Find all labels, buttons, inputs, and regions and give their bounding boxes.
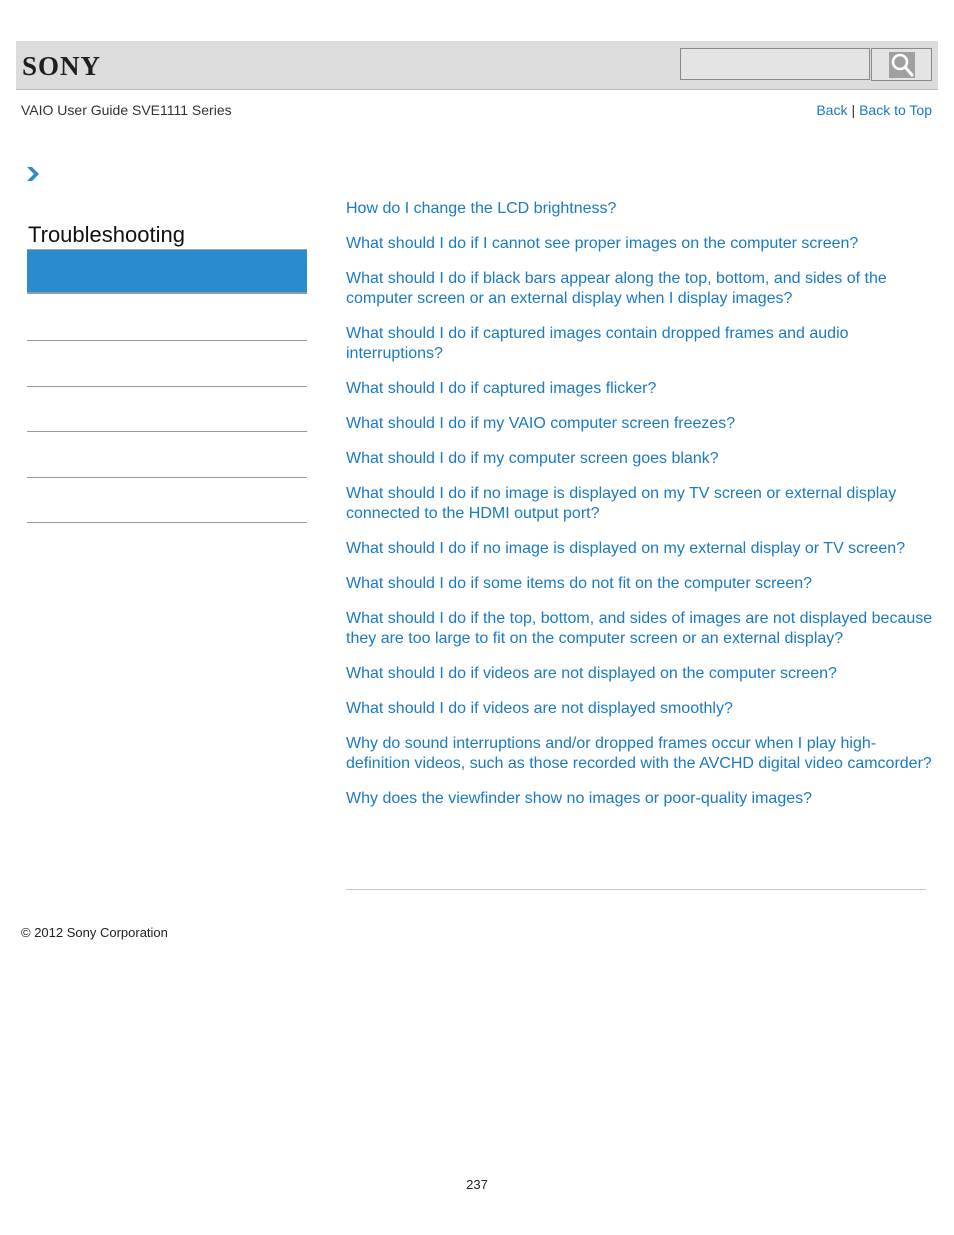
topic-link[interactable]: What should I do if captured images flic…: [346, 379, 936, 399]
topic-link[interactable]: What should I do if black bars appear al…: [346, 269, 936, 309]
topic-link[interactable]: What should I do if captured images cont…: [346, 324, 936, 364]
topic-link[interactable]: What should I do if videos are not displ…: [346, 699, 936, 719]
topic-link[interactable]: Why does the viewfinder show no images o…: [346, 789, 936, 809]
sidebar-item-active[interactable]: [27, 249, 307, 294]
sidebar-item[interactable]: [27, 387, 307, 432]
top-nav-links: Back | Back to Top: [816, 102, 932, 118]
back-link[interactable]: Back: [816, 102, 847, 118]
back-to-top-link[interactable]: Back to Top: [859, 102, 932, 118]
chevron-right-icon[interactable]: [26, 166, 40, 182]
search-input[interactable]: [680, 48, 870, 80]
guide-title: VAIO User Guide SVE1111 Series: [21, 102, 232, 118]
topic-link[interactable]: What should I do if I cannot see proper …: [346, 234, 936, 254]
topic-link[interactable]: What should I do if no image is displaye…: [346, 484, 936, 524]
page-number: 237: [466, 1177, 488, 1192]
topic-link[interactable]: How do I change the LCD brightness?: [346, 199, 936, 219]
header-bar: SONY: [16, 41, 938, 90]
sidebar-item[interactable]: [27, 342, 307, 387]
topic-link[interactable]: Why do sound interruptions and/or droppe…: [346, 734, 936, 774]
sidebar-item[interactable]: [27, 433, 307, 478]
topic-link[interactable]: What should I do if no image is displaye…: [346, 539, 936, 559]
topic-link[interactable]: What should I do if the top, bottom, and…: [346, 609, 936, 649]
magnifier-icon: [889, 52, 915, 78]
link-separator: |: [851, 102, 856, 118]
sony-logo: SONY: [22, 51, 102, 81]
sidebar-title: Troubleshooting: [28, 222, 185, 247]
topic-link[interactable]: What should I do if my VAIO computer scr…: [346, 414, 936, 434]
topic-link[interactable]: What should I do if some items do not fi…: [346, 574, 936, 594]
content-divider: [346, 889, 926, 890]
topic-link[interactable]: What should I do if videos are not displ…: [346, 664, 936, 684]
copyright: © 2012 Sony Corporation: [21, 925, 168, 940]
topic-link[interactable]: What should I do if my computer screen g…: [346, 449, 936, 469]
sidebar-item[interactable]: [27, 478, 307, 523]
topic-link-list: How do I change the LCD brightness? What…: [346, 199, 936, 824]
sidebar-item[interactable]: [27, 296, 307, 341]
search-button[interactable]: [871, 48, 932, 81]
